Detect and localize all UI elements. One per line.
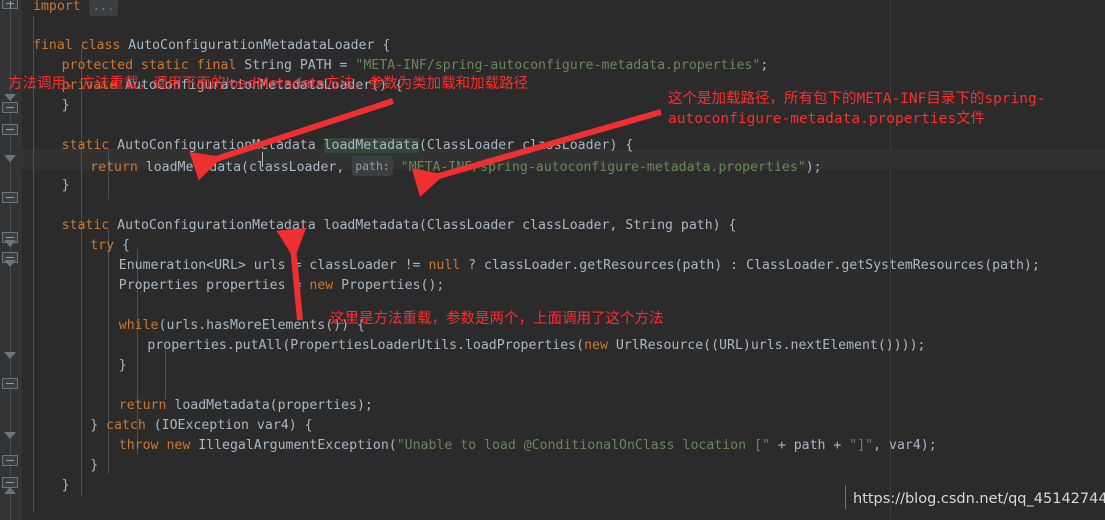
code-token: static — [141, 58, 189, 73]
fold-triangle-method2-open[interactable] — [4, 240, 16, 247]
code-token: (IOException var4) { — [145, 418, 313, 433]
code-line[interactable]: Enumeration<URL> urls = classLoader != n… — [119, 256, 1040, 276]
code-line[interactable]: } — [62, 476, 70, 496]
code-token: return — [118, 398, 167, 413]
code-token: } — [61, 478, 70, 493]
fold-triangle-try-open[interactable] — [4, 260, 16, 267]
code-token: return — [90, 160, 138, 175]
code-token: ; — [760, 58, 769, 73]
code-token: IllegalArgumentException( — [190, 438, 397, 453]
code-line[interactable]: throw new IllegalArgumentException("Unab… — [119, 436, 937, 456]
fold-triangle-class-close[interactable] — [4, 487, 16, 494]
code-token: final — [33, 38, 73, 53]
code-token: } — [90, 418, 107, 433]
code-token: } — [61, 178, 70, 193]
code-line[interactable]: import ... — [33, 0, 119, 17]
code-token: protected — [61, 58, 134, 73]
code-token: { — [114, 238, 130, 253]
code-token: ); — [805, 160, 822, 175]
code-token: ? classLoader.getResources(path) : Class… — [460, 258, 1040, 273]
code-token: } — [118, 358, 127, 373]
watermark-url: https://blog.csdn.net/qq_45142744 — [853, 491, 1105, 507]
code-token: "META-INF/spring-autoconfigure-metadata.… — [355, 58, 761, 73]
code-line[interactable]: final class AutoConfigurationMetadataLoa… — [33, 36, 390, 56]
code-token: import — [33, 0, 89, 14]
annotation-load-path-line1: 这个是加载路径，所有包下的META-INF目录下的spring- — [668, 91, 1046, 107]
annotation-load-path-line2: autoconfigure-metadata.properties文件 — [668, 111, 986, 127]
fold-marker-method1-end[interactable] — [2, 192, 18, 203]
code-token: loadMetadata(properties); — [166, 398, 373, 413]
fold-marker-constructor-end[interactable] — [2, 124, 18, 135]
fold-marker-catch-end[interactable] — [2, 455, 18, 466]
code-token: null — [428, 258, 461, 273]
code-line[interactable]: return loadMetadata(classLoader, path: "… — [90, 156, 822, 178]
code-token: properties.putAll(PropertiesLoaderUtils.… — [147, 338, 585, 353]
code-token: } — [90, 458, 99, 473]
code-token: new — [309, 278, 334, 293]
code-line[interactable]: } catch (IOException var4) { — [90, 416, 312, 436]
code-line[interactable]: while(urls.hasMoreElements()) { — [119, 316, 365, 336]
code-line[interactable]: static AutoConfigurationMetadata loadMet… — [61, 136, 634, 156]
code-token: class — [80, 38, 121, 53]
code-token: + path + — [769, 438, 850, 453]
fold-marker-while-end[interactable] — [2, 378, 18, 389]
code-line[interactable]: } — [119, 356, 127, 376]
code-token: AutoConfigurationMetadataLoader { — [120, 38, 391, 53]
code-token: } — [61, 98, 70, 113]
code-line[interactable]: } — [62, 96, 70, 116]
code-token: String PATH = — [236, 58, 356, 73]
indent-guide-1 — [81, 48, 82, 496]
code-token: "]" — [849, 438, 874, 453]
code-line[interactable]: static AutoConfigurationMetadata loadMet… — [62, 216, 737, 236]
indent-guide-2b — [108, 229, 109, 474]
indent-guide-4 — [165, 349, 166, 399]
code-token: Enumeration<URL> urls = classLoader != — [118, 258, 429, 273]
parameter-name-hint: path: — [352, 156, 393, 176]
fold-triangle-method1[interactable] — [4, 155, 16, 162]
code-token: Properties(); — [333, 278, 445, 293]
code-token: "Unable to load @ConditionalOnClass loca… — [396, 438, 770, 453]
code-token: (ClassLoader classLoader) { — [418, 138, 634, 153]
code-line[interactable]: properties.putAll(PropertiesLoaderUtils.… — [147, 336, 925, 356]
code-line[interactable]: protected static final String PATH = "ME… — [62, 56, 769, 76]
code-token: while — [118, 318, 159, 333]
code-token: AutoConfigurationMetadata — [109, 138, 324, 153]
fold-triangle-catch[interactable] — [4, 432, 16, 439]
code-token: loadMetadata(classLoader, — [137, 160, 353, 175]
code-line[interactable]: } — [62, 176, 70, 196]
code-line[interactable]: Properties properties = new Properties()… — [119, 276, 445, 296]
code-token: "META-INF/spring-autoconfigure-metadata.… — [400, 160, 806, 175]
code-line[interactable]: return loadMetadata(properties); — [119, 396, 373, 416]
code-token: AutoConfigurationMetadata loadMetadata(C… — [109, 218, 737, 233]
code-token: throw — [118, 438, 159, 453]
code-line[interactable]: } — [90, 456, 98, 476]
code-token: catch — [106, 418, 146, 433]
fold-triangle-while[interactable] — [4, 352, 16, 359]
fold-marker-import-collapsed[interactable] — [2, 0, 18, 9]
annotation-overload: 这里是方法重载，参数是两个，上面调用了这个方法 — [330, 311, 664, 327]
collapsed-import-ellipsis[interactable]: ... — [88, 0, 119, 16]
fold-triangle-class-open[interactable] — [4, 94, 16, 101]
annotation-method-call: 方法调用，方法重载，调用下面的loadMetadata方法，参数为类加载和加载路… — [8, 76, 529, 92]
fold-marker-constructor[interactable] — [2, 102, 18, 113]
code-editor-screenshot: import ... final class AutoConfigurationM… — [0, 0, 1105, 520]
code-line[interactable]: try { — [90, 236, 130, 256]
code-token: new — [584, 338, 608, 353]
code-token: static — [61, 218, 110, 233]
text-caret — [262, 152, 263, 167]
code-token: UrlResource((URL)urls.nextElement()))); — [607, 338, 926, 353]
code-token: final — [196, 58, 237, 73]
highlighted-identifier: loadMetadata — [323, 138, 419, 153]
code-token: new — [166, 438, 191, 453]
watermark-divider — [845, 485, 846, 509]
code-token: try — [90, 238, 115, 253]
code-token: static — [61, 138, 110, 153]
code-token: Properties properties = — [118, 278, 310, 293]
code-token: , var4); — [873, 438, 937, 453]
